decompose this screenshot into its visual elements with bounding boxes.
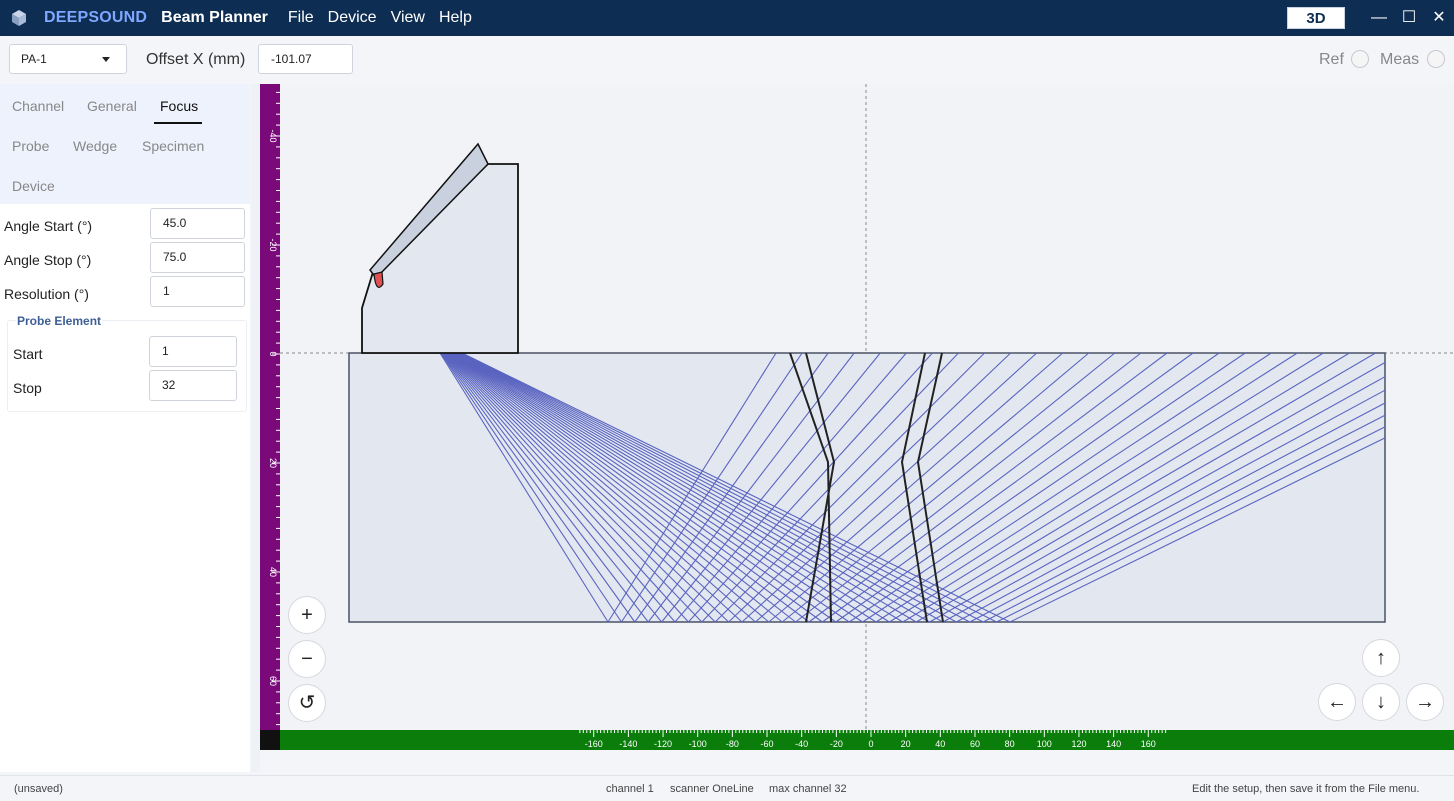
meas-label: Meas	[1380, 51, 1420, 68]
element-stop-label: Stop	[13, 380, 42, 396]
angle-start-label: Angle Start (°)	[4, 218, 93, 234]
x-ruler-label: -140	[619, 739, 637, 749]
cube-logo-icon	[12, 10, 26, 26]
status-max-channel: max channel 32	[769, 783, 847, 795]
x-ruler-label: -20	[830, 739, 843, 749]
maximize-button[interactable]: ☐	[1394, 0, 1424, 36]
tab-focus[interactable]: Focus	[160, 98, 198, 114]
zoom-in-button[interactable]: +	[288, 596, 326, 634]
offset-x-label: Offset X (mm)	[146, 51, 246, 68]
view-3d-button[interactable]: 3D	[1287, 7, 1345, 29]
ref-label: Ref	[1319, 51, 1344, 68]
x-ruler-label: -80	[726, 739, 739, 749]
tab-specimen[interactable]: Specimen	[142, 138, 204, 154]
save-state: (unsaved)	[14, 783, 63, 795]
y-ruler-label: 60	[268, 676, 278, 686]
x-ruler	[280, 730, 1454, 750]
tab-general[interactable]: General	[87, 98, 137, 114]
tab-probe[interactable]: Probe	[12, 138, 49, 154]
element-stop-input[interactable]: 32	[149, 370, 237, 401]
menu-file[interactable]: File	[288, 9, 314, 27]
angle-stop-input[interactable]: 75.0	[150, 242, 245, 273]
status-bar: (unsaved) channel 1 scanner OneLine max …	[0, 775, 1454, 801]
status-hint: Edit the setup, then save it from the Fi…	[1192, 783, 1420, 795]
menu-bar: File Device View Help	[288, 9, 486, 27]
tab-channel[interactable]: Channel	[12, 98, 64, 114]
app-title: Beam Planner	[161, 9, 268, 26]
menu-help[interactable]: Help	[439, 9, 472, 27]
ruler-corner	[260, 730, 280, 750]
y-ruler-label: -40	[268, 129, 278, 142]
y-ruler-label: -20	[268, 238, 278, 251]
reset-view-button[interactable]: ↺	[288, 684, 326, 722]
x-ruler-label: -40	[795, 739, 808, 749]
y-ruler-label: 0	[268, 351, 278, 356]
resolution-input[interactable]: 1	[150, 276, 245, 307]
element-start-input[interactable]: 1	[149, 336, 237, 367]
status-scanner: scanner OneLine	[670, 783, 754, 795]
pan-up-button[interactable]: ↑	[1362, 639, 1400, 677]
zoom-out-button[interactable]: −	[288, 640, 326, 678]
x-ruler-label: 100	[1037, 739, 1052, 749]
y-ruler-label: 20	[268, 458, 278, 468]
x-ruler-label: 160	[1141, 739, 1156, 749]
offset-x-input[interactable]: -101.07	[258, 44, 353, 74]
x-ruler-label: 60	[970, 739, 980, 749]
pan-right-button[interactable]: →	[1406, 683, 1444, 721]
settings-tabs: Channel General Focus Probe Wedge Specim…	[0, 84, 250, 204]
y-ruler	[260, 84, 280, 730]
tab-wedge[interactable]: Wedge	[73, 138, 117, 154]
pan-down-button[interactable]: ↓	[1362, 683, 1400, 721]
status-channel: channel 1	[606, 783, 654, 795]
x-ruler-label: -120	[654, 739, 672, 749]
caret-down-icon	[102, 57, 110, 62]
channel-select[interactable]: PA-1	[9, 44, 127, 74]
x-ruler-label: 140	[1106, 739, 1121, 749]
settings-sidebar: Channel General Focus Probe Wedge Specim…	[0, 84, 250, 772]
toolbar: PA-1 Offset X (mm) -101.07 Ref Meas	[0, 36, 1454, 84]
x-ruler-label: 120	[1071, 739, 1086, 749]
pan-left-button[interactable]: ←	[1318, 683, 1356, 721]
close-button[interactable]: ✕	[1424, 0, 1454, 36]
x-ruler-label: 80	[1005, 739, 1015, 749]
x-ruler-label: -60	[761, 739, 774, 749]
x-ruler-label: 0	[868, 739, 873, 749]
minimize-button[interactable]: —	[1364, 0, 1394, 36]
active-tab-indicator	[154, 122, 202, 124]
x-ruler-label: 20	[901, 739, 911, 749]
menu-view[interactable]: View	[391, 9, 425, 27]
angle-stop-label: Angle Stop (°)	[4, 252, 92, 268]
beam-plot: -40 -20 0 20 40 60 -160 -140 -120 -100 -80 -60 -40 -…	[260, 84, 1454, 750]
resolution-label: Resolution (°)	[4, 286, 89, 302]
element-start-label: Start	[13, 346, 43, 362]
ref-toggle[interactable]	[1351, 50, 1369, 68]
channel-select-value: PA-1	[21, 52, 47, 66]
sidebar-splitter[interactable]	[251, 84, 260, 772]
brand-name: DEEPSOUND	[44, 9, 148, 26]
angle-start-input[interactable]: 45.0	[150, 208, 245, 239]
probe-element-title: Probe Element	[16, 314, 103, 328]
beam-canvas[interactable]: -40 -20 0 20 40 60 -160 -140 -120 -100 -80 -60 -40 -…	[260, 84, 1454, 750]
tab-device[interactable]: Device	[12, 178, 55, 194]
x-ruler-label: -100	[689, 739, 707, 749]
menu-device[interactable]: Device	[328, 9, 377, 27]
meas-toggle[interactable]	[1427, 50, 1445, 68]
title-bar: DEEPSOUND Beam Planner File Device View …	[0, 0, 1454, 36]
y-ruler-label: 40	[268, 567, 278, 577]
x-ruler-label: 40	[935, 739, 945, 749]
x-ruler-label: -160	[585, 739, 603, 749]
